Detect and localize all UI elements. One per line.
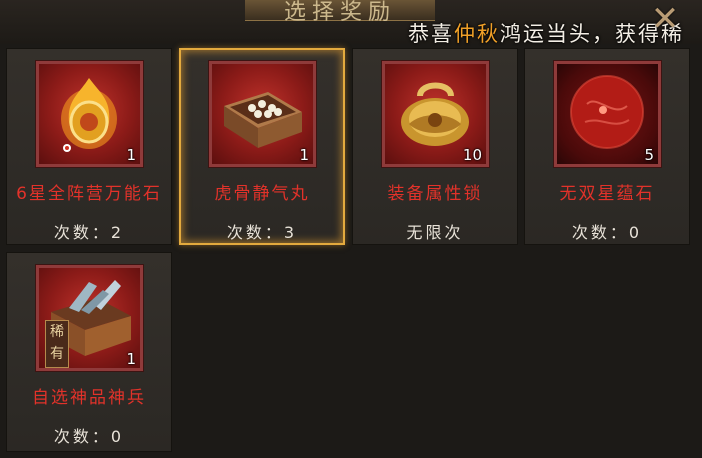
reward-count: 次数：0 [571,223,643,242]
reward-name: 虎骨静气丸 [214,184,310,204]
reward-card-5[interactable]: 稀有 1 自选神品神兵 次数：0 [6,252,172,452]
reward-quantity: 10 [462,146,482,164]
reward-quantity: 1 [126,350,136,368]
reward-icon-frame: 10 [382,61,489,167]
reward-icon-frame: 1 [36,61,143,167]
reward-icon-frame: 1 [209,61,316,167]
reward-count: 次数：2 [53,223,125,242]
reward-count: 次数：0 [53,427,125,446]
reward-count: 次数：3 [226,223,298,242]
reward-name: 自选神品神兵 [32,388,146,408]
reward-quantity: 5 [644,146,654,164]
marquee-highlight: 仲秋 [454,22,500,46]
reward-count: 无限次 [406,223,464,242]
close-icon[interactable]: ✕ [648,2,682,36]
dialog-title: 选择奖励 [283,0,396,25]
reward-card-2[interactable]: 1 虎骨静气丸 次数：3 [179,48,345,245]
reward-icon-frame: 稀有 1 [36,265,143,371]
reward-quantity: 1 [126,146,136,164]
reward-card-4[interactable]: 5 无双星蕴石 次数：0 [524,48,690,245]
golden-gem-icon [61,78,117,152]
title-bar: 选择奖励 恭喜仲秋鸿运当头，获得稀 ✕ [0,0,702,46]
red-orb-icon [570,75,644,149]
reward-quantity: 1 [299,146,309,164]
marquee-prefix: 恭喜 [408,22,454,46]
reward-name: 装备属性锁 [387,184,483,204]
rarity-tag: 稀有 [45,320,69,368]
reward-icon-frame: 5 [554,61,661,167]
reward-name: 无双星蕴石 [559,184,655,204]
title-plate: 选择奖励 [245,0,435,25]
reward-card-3[interactable]: 10 装备属性锁 无限次 [352,48,518,245]
reward-card-1[interactable]: 1 6星全阵营万能石 次数：2 [6,48,172,245]
announcement-marquee: 恭喜仲秋鸿运当头，获得稀 [408,18,684,48]
reward-name: 6星全阵营万能石 [16,184,162,204]
pill-box-icon [224,92,302,148]
